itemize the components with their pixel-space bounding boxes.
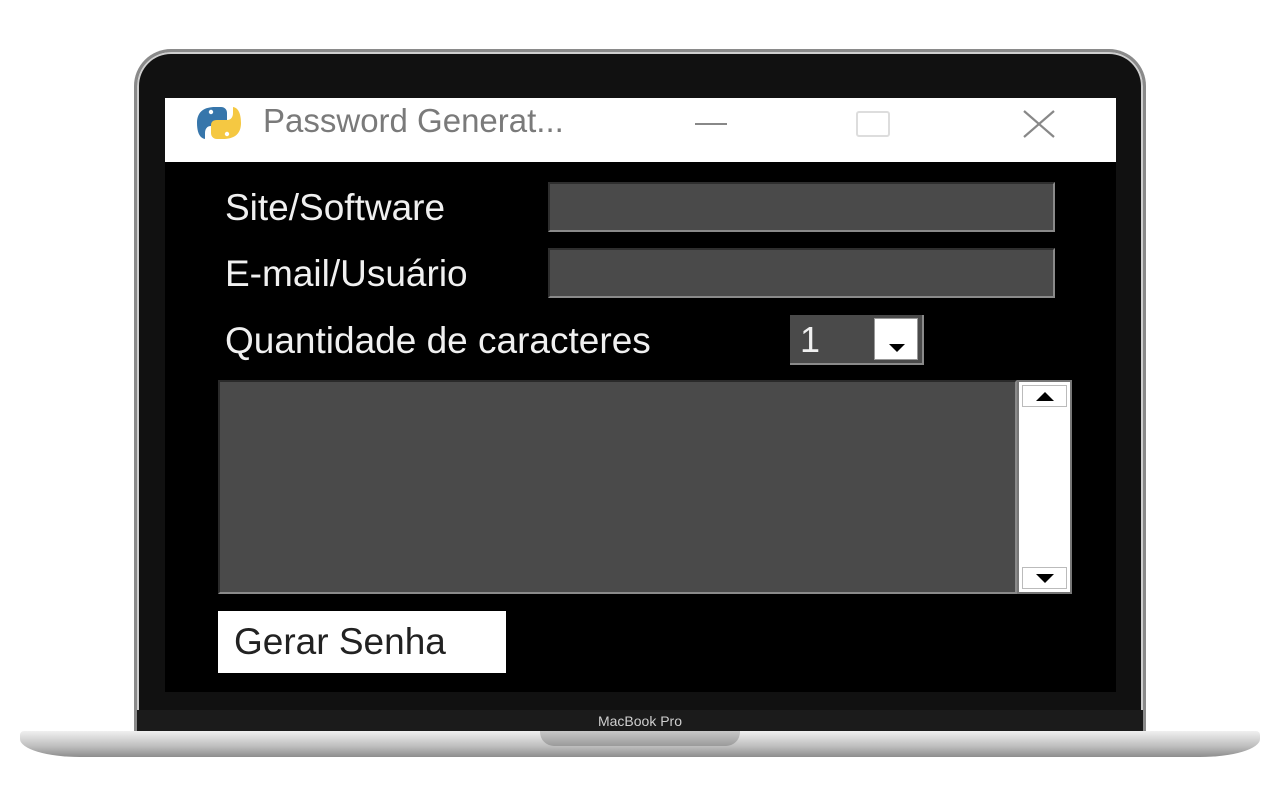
password-output[interactable] [218,380,1017,594]
close-button[interactable] [999,98,1079,150]
window-title: Password Generat... [263,102,564,139]
maximize-icon [856,111,890,137]
scroll-down-button[interactable] [1022,567,1067,589]
length-value: 1 [800,319,821,360]
laptop-lid: Password Generat... Site/Software E-mail… [137,52,1143,742]
app-window: Password Generat... Site/Software E-mail… [165,98,1116,692]
output-scrollbar[interactable] [1017,380,1072,594]
close-icon [1023,110,1055,138]
laptop-notch [540,731,740,746]
arrow-down-icon [1036,574,1054,583]
python-icon [197,107,241,139]
title-bar: Password Generat... [165,98,1116,162]
maximize-button[interactable] [833,98,913,150]
site-label: Site/Software [225,187,446,228]
scroll-up-button[interactable] [1022,385,1067,407]
generate-password-button[interactable]: Gerar Senha [218,611,506,673]
minimize-button[interactable] [671,98,751,150]
email-input[interactable] [548,248,1055,298]
laptop-base [20,731,1260,757]
length-dropdown-button[interactable] [874,318,918,360]
email-label: E-mail/Usuário [225,253,468,294]
arrow-up-icon [1036,392,1054,401]
length-label: Quantidade de caracteres [225,320,651,361]
chevron-down-icon [889,344,905,352]
site-input[interactable] [548,182,1055,232]
length-spinbox[interactable]: 1 [790,315,924,365]
minimize-icon [695,123,727,125]
